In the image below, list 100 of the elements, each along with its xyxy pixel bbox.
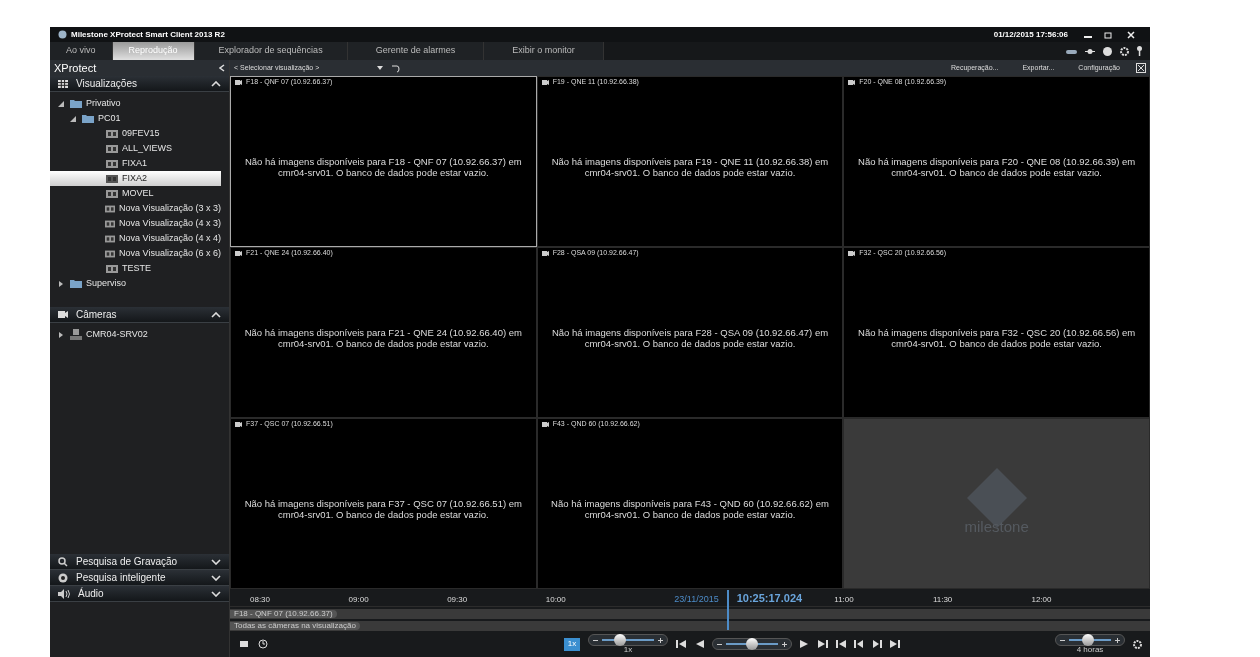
clock: 01/12/2015 17:56:06 xyxy=(993,28,1068,41)
no-images-message: Não há imagens disponíveis para F20 - QNE 08 (10.92.66.39) em cmr04-srv01. O banco de dados pode estar vazio. xyxy=(857,156,1137,178)
slider-thumb[interactable] xyxy=(1081,634,1094,646)
minus-icon[interactable] xyxy=(593,637,598,643)
view-grid-icon xyxy=(106,189,118,198)
camera-small-icon xyxy=(848,80,856,85)
tab[interactable]: Explorador de sequências xyxy=(194,42,348,60)
view-grid-icon xyxy=(104,249,116,258)
skip-start-icon[interactable] xyxy=(836,640,846,648)
slider-thumb[interactable] xyxy=(614,634,627,646)
collapse-icon[interactable] xyxy=(211,311,221,318)
fullscreen-icon[interactable] xyxy=(1136,63,1146,73)
panel-header[interactable]: Pesquisa inteligente xyxy=(50,570,229,586)
playhead[interactable] xyxy=(726,589,729,630)
tab[interactable]: Ao vivo xyxy=(50,42,113,60)
tree-item[interactable]: Nova Visualização (4 x 4) xyxy=(50,231,221,246)
expanded-arrow-icon[interactable] xyxy=(70,115,76,122)
tree-item[interactable]: FIXA2 xyxy=(50,171,221,186)
slider-reading: 4 horas xyxy=(1076,646,1104,654)
no-images-message: Não há imagens disponíveis para F21 - QNE 24 (10.92.66.40) em cmr04-srv01. O banco de dados pode estar vazio. xyxy=(243,327,523,349)
tree-item[interactable]: 09FEV15 xyxy=(50,126,221,141)
tree-item[interactable]: FIXA1 xyxy=(50,156,221,171)
tree-item[interactable]: TESTE xyxy=(50,261,221,276)
tree-item[interactable]: Superviso xyxy=(50,276,221,291)
grid-icon xyxy=(58,79,68,88)
sidebar-title: XProtect xyxy=(54,60,98,76)
collapsed-arrow-icon[interactable] xyxy=(58,331,64,338)
panel-title: Pesquisa de Gravação xyxy=(76,555,179,569)
view-grid-icon xyxy=(104,234,116,243)
skip-end-icon[interactable] xyxy=(890,640,900,648)
app-logo-icon xyxy=(58,30,67,39)
tree-item-label: 09FEV15 xyxy=(122,126,160,140)
camera-small-icon xyxy=(541,422,549,427)
frame-icon[interactable] xyxy=(238,640,250,648)
panel-header[interactable]: Áudio xyxy=(50,586,229,602)
tree-item[interactable]: Privativo xyxy=(50,96,221,111)
panel-header[interactable]: Pesquisa de Gravação xyxy=(50,554,229,570)
next-icon[interactable] xyxy=(872,640,882,648)
step-back-icon[interactable] xyxy=(676,640,686,648)
collapsed-arrow-icon[interactable] xyxy=(58,280,64,287)
clock-icon[interactable] xyxy=(258,639,268,649)
settings-icon[interactable] xyxy=(1133,639,1142,649)
view-grid-icon xyxy=(106,264,118,273)
video-camera-icon xyxy=(58,311,68,318)
collapse-sidebar-icon[interactable] xyxy=(219,64,225,72)
key-icon[interactable] xyxy=(1137,46,1142,56)
tree-item-label: FIXA1 xyxy=(122,156,147,170)
tick-label: 08:30 xyxy=(250,594,271,606)
panel-header[interactable]: Câmeras xyxy=(50,307,229,323)
magnifier-icon xyxy=(58,556,68,567)
time-span-slider[interactable] xyxy=(1055,634,1125,646)
tree-item[interactable]: Nova Visualização (4 x 3) xyxy=(50,216,221,231)
tree-item-label: Nova Visualização (3 x 3) xyxy=(119,201,221,215)
window-title: Milestone XProtect Smart Client 2013 R2 xyxy=(71,28,226,41)
track-label: F18 - QNF 07 (10.92.66.37) xyxy=(230,610,337,618)
tree-item-label: FIXA2 xyxy=(122,171,147,185)
slider-reading: 1x xyxy=(623,646,633,654)
dropdown-icon[interactable] xyxy=(377,66,383,70)
server-icon xyxy=(70,329,82,340)
tree-item[interactable]: Nova Visualização (6 x 6) xyxy=(50,246,221,261)
panel-title: Pesquisa inteligente xyxy=(76,571,167,585)
tree-item[interactable]: CMR04-SRV02 xyxy=(50,327,221,342)
tab[interactable]: Gerente de alarmes xyxy=(347,42,485,60)
speed-slider[interactable] xyxy=(588,634,668,646)
previous-icon[interactable] xyxy=(854,640,864,648)
pin-icon[interactable] xyxy=(1085,47,1095,55)
tree-item-label: PC01 xyxy=(98,111,121,125)
no-images-message: Não há imagens disponíveis para F32 - QSC 20 (10.92.66.56) em cmr04-srv01. O banco de dados pode estar vazio. xyxy=(857,327,1137,349)
minus-icon[interactable] xyxy=(717,641,722,647)
camera-small-icon xyxy=(235,251,242,256)
tree-item[interactable]: PC01 xyxy=(50,111,221,126)
minus-icon[interactable] xyxy=(1060,637,1065,643)
tree-item[interactable]: Nova Visualização (3 x 3) xyxy=(50,201,221,216)
tab[interactable]: Exibir o monitor xyxy=(484,42,604,60)
collapse-icon[interactable] xyxy=(211,80,221,87)
plus-icon[interactable] xyxy=(658,637,663,643)
jog-slider[interactable] xyxy=(712,638,792,650)
tick-label: 12:00 xyxy=(1031,594,1052,606)
expanded-arrow-icon[interactable] xyxy=(58,100,64,107)
tick-label: 11:00 xyxy=(834,594,854,606)
no-images-message: Não há imagens disponíveis para F37 - QSC 07 (10.92.66.51) em cmr04-srv01. O banco de dados pode estar vazio. xyxy=(243,498,523,520)
step-forward-icon[interactable] xyxy=(818,640,828,648)
no-images-message: Não há imagens disponíveis para F28 - QSA 09 (10.92.66.47) em cmr04-srv01. O banco de dados pode estar vazio. xyxy=(550,327,830,349)
panel-header[interactable]: Visualizações xyxy=(50,76,229,92)
plus-icon[interactable] xyxy=(1115,637,1120,643)
tick-label: 11:30 xyxy=(932,594,953,606)
tree-item-label: MOVEL xyxy=(122,186,154,200)
tree-item[interactable]: MOVEL xyxy=(50,186,221,201)
panel-title: Áudio xyxy=(78,586,105,601)
tree-item[interactable]: ALL_VIEWS xyxy=(50,141,221,156)
plus-icon[interactable] xyxy=(782,641,787,647)
tree-item-label: Privativo xyxy=(86,96,121,110)
settings-icon[interactable] xyxy=(1120,46,1129,56)
folder-icon xyxy=(82,114,94,123)
play-icon[interactable] xyxy=(800,640,810,648)
view-grid-icon xyxy=(104,219,116,228)
view-grid-icon xyxy=(106,129,118,138)
target-icon xyxy=(58,572,68,583)
slider-thumb[interactable] xyxy=(746,638,758,650)
play-reverse-icon[interactable] xyxy=(694,640,704,648)
